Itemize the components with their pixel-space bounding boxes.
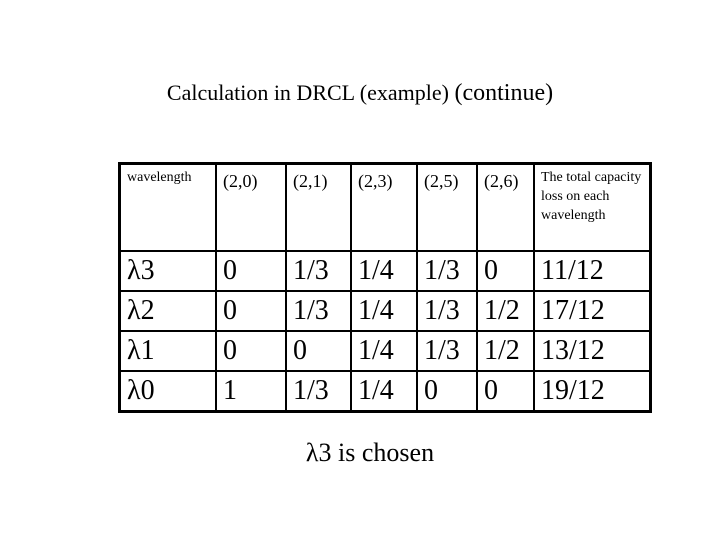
table-row: λ0 1 1/3 1/4 0 0 19/12: [118, 370, 652, 413]
table-header-row: wavelength (2,0) (2,1) (2,3) (2,5) (2,6)…: [118, 162, 652, 252]
table-cell: 1/3: [285, 370, 352, 413]
table-row: λ2 0 1/3 1/4 1/3 1/2 17/12: [118, 290, 652, 332]
header-link-2-1: (2,1): [285, 162, 352, 252]
row-label: λ1: [118, 330, 217, 372]
table-cell: 1/2: [476, 330, 535, 372]
table-row: λ1 0 0 1/4 1/3 1/2 13/12: [118, 330, 652, 372]
total-cell: 17/12: [533, 290, 652, 332]
slide-title-suffix: (continue): [454, 80, 554, 106]
table-cell: 1/2: [476, 290, 535, 332]
table-cell: 0: [215, 250, 287, 292]
header-link-2-6: (2,6): [476, 162, 535, 252]
table-cell: 0: [215, 290, 287, 332]
table-cell: 1/3: [416, 250, 478, 292]
row-label: λ2: [118, 290, 217, 332]
header-wavelength: wavelength: [118, 162, 217, 252]
table-cell: 1/3: [416, 330, 478, 372]
table-cell: 1/4: [350, 370, 418, 413]
table-cell: 0: [285, 330, 352, 372]
capacity-loss-table: wavelength (2,0) (2,1) (2,3) (2,5) (2,6)…: [118, 162, 652, 413]
table-cell: 0: [416, 370, 478, 413]
row-label: λ0: [118, 370, 217, 413]
conclusion-text: λ3 is chosen: [305, 438, 435, 467]
table-cell: 1/4: [350, 250, 418, 292]
table-cell: 1/3: [416, 290, 478, 332]
table-cell: 1: [215, 370, 287, 413]
header-link-2-0: (2,0): [215, 162, 287, 252]
total-cell: 11/12: [533, 250, 652, 292]
header-link-2-5: (2,5): [416, 162, 478, 252]
table-cell: 1/3: [285, 250, 352, 292]
header-total-capacity-loss: The total capacity loss on each waveleng…: [533, 162, 652, 252]
table-cell: 1/4: [350, 330, 418, 372]
table-cell: 0: [215, 330, 287, 372]
header-link-2-3: (2,3): [350, 162, 418, 252]
table-cell: 0: [476, 250, 535, 292]
table-cell: 1/3: [285, 290, 352, 332]
table-cell: 1/4: [350, 290, 418, 332]
slide-title-main: Calculation in DRCL (example): [166, 80, 455, 105]
total-cell: 19/12: [533, 370, 652, 413]
table-row: λ3 0 1/3 1/4 1/3 0 11/12: [118, 250, 652, 292]
row-label: λ3: [118, 250, 217, 292]
slide-title: Calculation in DRCL (example) (continue): [0, 80, 720, 107]
table-cell: 0: [476, 370, 535, 413]
total-cell: 13/12: [533, 330, 652, 372]
